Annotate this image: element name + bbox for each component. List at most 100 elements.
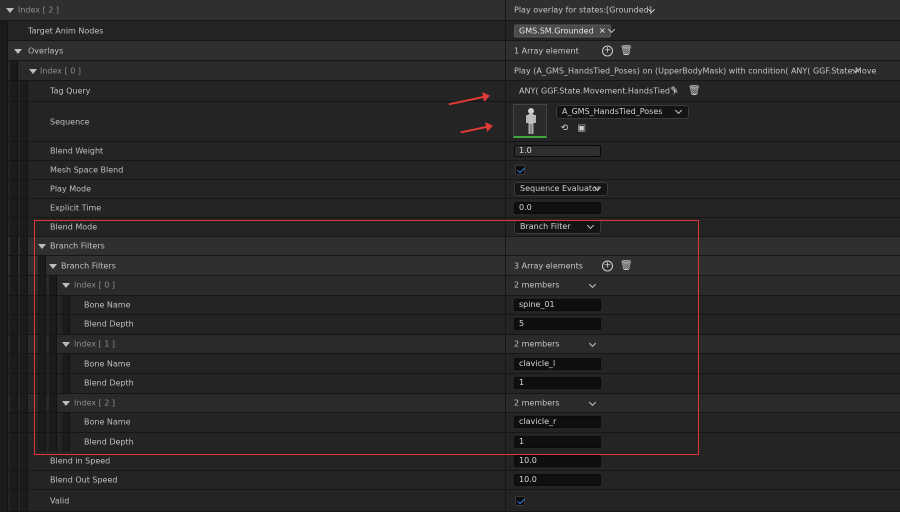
blend-depth-input[interactable]: 1 xyxy=(514,436,601,449)
gameplay-tag-chip[interactable]: GMS.SM.Grounded ✕ xyxy=(514,24,611,37)
indent-guide xyxy=(49,393,57,413)
branch-filter-index-label: Index [ 0 ] xyxy=(74,280,115,290)
sequence-thumbnail[interactable] xyxy=(513,104,547,138)
indent-guide xyxy=(10,471,18,489)
blend-out-speed-label: Blend Out Speed xyxy=(50,475,118,485)
pencil-icon[interactable]: ✎ xyxy=(669,86,680,97)
indent-guide xyxy=(38,393,46,413)
collapse-arrow-icon[interactable] xyxy=(6,8,14,13)
trash-icon[interactable]: 🗑 xyxy=(620,260,633,271)
indent-guide xyxy=(49,334,57,354)
explicit-time-input[interactable]: 0.0 xyxy=(514,202,601,214)
branch-filters-group-row[interactable]: Branch Filters xyxy=(0,237,900,256)
overlays-label: Overlays xyxy=(28,46,64,55)
branch-filters-count: 3 Array elements xyxy=(514,261,583,270)
blend-in-speed-input[interactable]: 10.0 xyxy=(514,454,601,467)
branch-filters-array-row[interactable]: Branch Filters 3 Array elements + 🗑 xyxy=(0,256,900,276)
collapse-arrow-icon[interactable] xyxy=(62,400,70,406)
branch-filter-index-label: Index [ 2 ] xyxy=(74,398,115,408)
indent-guide xyxy=(20,374,28,393)
valid-checkbox[interactable] xyxy=(515,495,525,506)
mesh-space-blend-checkbox[interactable] xyxy=(515,165,525,175)
indent-guide xyxy=(0,218,8,236)
overlay-index-2-row[interactable]: Index [ 2 ] Play overlay for states:[Gro… xyxy=(0,0,900,21)
plus-circle-icon[interactable]: + xyxy=(602,260,613,271)
indent-guide xyxy=(0,393,8,413)
branch-filter-members: 2 members xyxy=(514,398,560,408)
bone-name-label: Bone Name xyxy=(84,417,131,427)
indent-guide xyxy=(20,180,28,198)
remove-tag-icon[interactable]: ✕ xyxy=(599,25,606,36)
indent-guide xyxy=(10,61,18,80)
indent-guide xyxy=(38,334,46,354)
chevron-down-icon[interactable] xyxy=(588,339,597,347)
indent-guide xyxy=(10,142,18,160)
indent-guide xyxy=(20,237,28,255)
indent-guide xyxy=(62,374,70,393)
indent-guide xyxy=(62,295,70,315)
collapse-arrow-icon[interactable] xyxy=(14,48,22,54)
bone-name-input[interactable]: clavicle_r xyxy=(514,416,601,429)
bone-name-row: Bone Name clavicle_l xyxy=(0,354,900,374)
indent-guide xyxy=(49,315,57,334)
blend-depth-row: Blend Depth 1 xyxy=(0,374,900,394)
indent-guide xyxy=(20,334,28,354)
bone-name-input[interactable]: spine_01 xyxy=(514,298,601,311)
indent-guide xyxy=(10,315,18,334)
branch-filter-index-label: Index [ 1 ] xyxy=(74,339,115,349)
blend-depth-input[interactable]: 1 xyxy=(514,377,601,390)
branch-filter-element-row[interactable]: Index [ 0 ] 2 members xyxy=(0,276,900,296)
blend-mode-label: Blend Mode xyxy=(50,222,98,232)
indent-guide xyxy=(62,413,70,432)
indent-guide xyxy=(10,161,18,179)
indent-guide xyxy=(0,451,8,470)
indent-guide xyxy=(0,432,8,452)
collapse-arrow-icon[interactable] xyxy=(49,263,57,269)
indent-guide xyxy=(0,334,8,354)
branch-filter-element-row[interactable]: Index [ 2 ] 2 members xyxy=(0,393,900,414)
indent-guide xyxy=(20,256,28,275)
indent-guide xyxy=(0,315,8,334)
play-mode-dropdown[interactable]: Sequence Evaluator xyxy=(514,182,608,196)
tag-query-value: ANY( GGF.State.Movement.HandsTied ) xyxy=(519,86,676,96)
collapse-arrow-icon[interactable] xyxy=(62,283,70,289)
indent-guide xyxy=(10,413,18,432)
indent-guide xyxy=(20,471,28,489)
blend-weight-slider[interactable]: 1.0 xyxy=(514,145,601,157)
indent-guide xyxy=(38,276,46,295)
indent-guide xyxy=(20,218,28,236)
collapse-arrow-icon[interactable] xyxy=(38,244,46,249)
overlay-index-summary: Play overlay for states:[Grounded] xyxy=(514,5,652,15)
indent-guide xyxy=(10,432,18,452)
overlays-row[interactable]: Overlays 1 Array element + 🗑 xyxy=(0,41,900,61)
blend-depth-input[interactable]: 5 xyxy=(514,318,601,331)
branch-filter-element-row[interactable]: Index [ 1 ] 2 members xyxy=(0,334,900,355)
trash-icon[interactable]: 🗑 xyxy=(620,45,633,56)
bone-name-input[interactable]: clavicle_l xyxy=(514,357,601,370)
chevron-down-icon[interactable] xyxy=(588,398,597,406)
indent-guide xyxy=(10,295,18,315)
indent-guide xyxy=(0,354,8,373)
indent-guide xyxy=(62,315,70,334)
sequence-asset-picker[interactable]: A_GMS_HandsTied_Poses xyxy=(556,105,689,119)
collapse-arrow-icon[interactable] xyxy=(29,68,37,74)
plus-circle-icon[interactable]: + xyxy=(602,45,613,56)
reset-arrow-icon[interactable]: ⟲ xyxy=(559,124,570,135)
indent-guide xyxy=(10,451,18,470)
indent-guide xyxy=(20,451,28,470)
overlay-element-0-row[interactable]: Index [ 0 ] Play (A_GMS_HandsTied_Poses)… xyxy=(0,61,900,81)
chevron-down-icon[interactable] xyxy=(588,280,597,289)
indent-guide xyxy=(10,276,18,295)
indent-guide xyxy=(0,21,8,40)
blend-out-speed-input[interactable]: 10.0 xyxy=(514,474,601,486)
blend-mode-dropdown[interactable]: Branch Filter xyxy=(514,220,601,234)
blend-mode-value: Branch Filter xyxy=(520,222,571,231)
bone-name-label: Bone Name xyxy=(84,359,131,369)
indent-guide xyxy=(20,81,28,101)
indent-guide xyxy=(38,315,46,334)
trash-icon[interactable]: 🗑 xyxy=(688,86,701,97)
blend-depth-row: Blend Depth 1 xyxy=(0,432,900,453)
indent-guide xyxy=(20,413,28,432)
browse-folder-icon[interactable]: ▣ xyxy=(576,124,587,135)
collapse-arrow-icon[interactable] xyxy=(62,342,70,348)
